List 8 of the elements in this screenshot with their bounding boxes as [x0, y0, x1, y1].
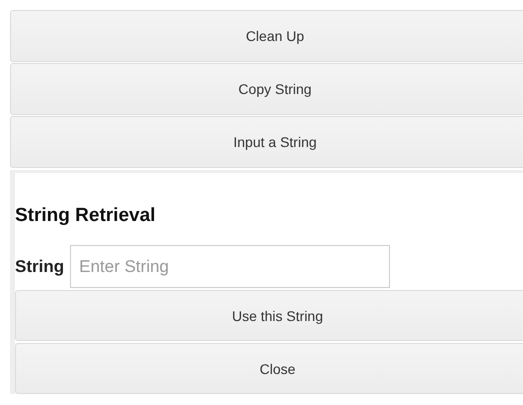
menu-button[interactable]: Copy String	[10, 63, 523, 115]
menu-button[interactable]: Input a String	[10, 116, 523, 168]
panel-title: String Retrieval	[15, 204, 156, 228]
panel-button[interactable]: Use this String	[15, 290, 523, 341]
menu-button[interactable]: Clean Up	[10, 10, 523, 62]
panel-button[interactable]: Close	[15, 343, 523, 394]
field-label: String	[15, 256, 64, 276]
string-input-field[interactable]: Enter String	[70, 245, 390, 288]
